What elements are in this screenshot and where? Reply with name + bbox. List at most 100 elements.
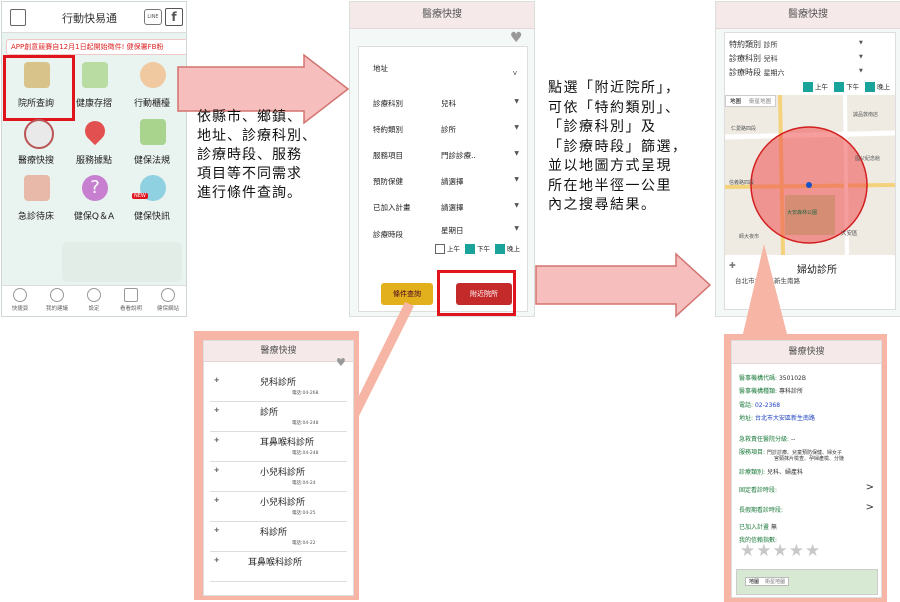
clinic-icon: ✚ <box>214 407 220 414</box>
tile-qa[interactable]: ? 健保Q＆A <box>66 169 122 225</box>
tile-service-points[interactable]: 服務據點 <box>66 113 122 169</box>
clinic-name: 小兒科診所 <box>260 468 306 478</box>
list-item[interactable]: ✚ 小兒科診所電話:04-25 <box>210 493 347 522</box>
tile-label: 健保法規 <box>133 156 170 166</box>
clock-24-icon <box>140 62 166 88</box>
nearby-highlight <box>437 270 516 316</box>
list-item[interactable]: ✚ 診所 電話:04-248 <box>210 403 347 432</box>
home-screen: 行動快易通 LINE f APP創意競賽自12月1日起開始徵件! 健保署FB粉 … <box>1 1 187 317</box>
morning-checkbox[interactable]: 上午 <box>435 243 460 254</box>
list-item[interactable]: ✚ 耳鼻喉科診所 <box>210 553 347 582</box>
chevron-right-icon: > <box>865 502 874 513</box>
filter-dept[interactable]: 診療科別 兒科 <box>729 53 778 64</box>
field-value: 專科診所 <box>778 388 803 395</box>
tile-health-passbook[interactable]: 健康存摺 <box>66 56 122 112</box>
address-row[interactable]: 地址: 台北市大安區新生南路 <box>739 413 815 422</box>
tab-home[interactable]: 快捷頁 <box>2 288 38 312</box>
gear-icon <box>87 288 101 302</box>
field-value: -- <box>790 436 796 443</box>
map-label: 信義路四段 <box>729 180 755 186</box>
facebook-icon[interactable]: f <box>165 8 183 26</box>
checkbox-label: 晚上 <box>877 83 891 91</box>
field-value: 無 <box>770 524 777 531</box>
filter-type[interactable]: 特約類別 診所 <box>729 39 778 50</box>
field-label: 診療類別: <box>739 469 766 476</box>
clinic-phone: 電話:04-268 <box>292 391 319 396</box>
map-label: 誠品敦南店 <box>853 112 879 118</box>
flow-arrow-right <box>535 252 712 318</box>
mini-map[interactable]: 地圖 衛星地圖 <box>736 569 878 595</box>
screen-title: 醫療快搜 <box>732 341 881 364</box>
tile-news[interactable]: NEW 健保快訊 <box>124 169 180 225</box>
clinic-icon: ✚ <box>214 437 220 444</box>
dropdown-icon[interactable]: ▼ <box>859 54 863 60</box>
holiday-hours-row[interactable]: 長假期看診時段: > <box>739 502 874 514</box>
desc-line: 並以地圖方式呈現 <box>548 158 672 174</box>
evening-checkbox[interactable]: 晚上 <box>865 82 891 92</box>
clinic-name: 小兒科診所 <box>260 498 306 508</box>
field-value: 兒科 <box>441 99 456 108</box>
filter-label: 診療科別 <box>729 54 761 63</box>
phone-link[interactable]: 02-2368 <box>755 402 780 409</box>
map-view[interactable]: 地圖 衛星地圖 誠品敦南店 仁愛路四段 信義路四段 大安森林公園 大安區 國父紀念… <box>725 95 895 255</box>
dept-row: 診療類別: 兒科、婦產科 <box>739 467 803 476</box>
tile-mobile-counter[interactable]: 行動櫃檯 <box>124 56 180 112</box>
clinic-phone: 電話:04-248 <box>292 451 319 456</box>
filter-hours[interactable]: 診療時段 星期六 <box>729 67 785 78</box>
address-label: 地址 <box>373 64 388 73</box>
stethoscope-illustration <box>62 242 182 282</box>
tab-suggestion[interactable]: 我的建議 <box>39 288 75 312</box>
tile-label: 急診待床 <box>17 212 54 222</box>
heart-icon[interactable]: ♥ <box>510 30 523 46</box>
list-item[interactable]: ✚ 科診所 電話:04-22 <box>210 523 347 552</box>
callout-wedge <box>742 244 788 338</box>
fixed-hours-row[interactable]: 固定看診時段: > <box>739 482 874 494</box>
heart-icon[interactable]: ♥ <box>336 356 346 369</box>
tile-er-beds[interactable]: 急診待床 <box>8 169 64 225</box>
morning-checkbox[interactable]: 上午 <box>803 82 828 92</box>
rating-stars[interactable]: ★★★★★ <box>740 541 821 561</box>
document-icon[interactable] <box>10 9 26 26</box>
tab-settings[interactable]: 設定 <box>76 288 112 312</box>
desc-line: 項目等不同需求 <box>197 166 302 182</box>
phone-row[interactable]: 電話: 02-2368 <box>739 400 780 409</box>
field-value: 診所 <box>441 125 456 134</box>
map-label: 仁愛路四段 <box>731 126 757 132</box>
map-tab[interactable]: 地圖 <box>746 579 762 585</box>
clinic-icon: ✚ <box>214 497 220 504</box>
address-dropdown[interactable]: v <box>513 69 517 77</box>
afternoon-checkbox[interactable]: 下午 <box>465 243 490 254</box>
dropdown-icon[interactable]: ▼ <box>859 40 863 46</box>
tile-label: 健保快訊 <box>133 212 170 222</box>
dropdown-icon: ▼ <box>514 176 519 183</box>
tile-medical-search[interactable]: 醫療快搜 <box>8 113 64 169</box>
field-value: 請選擇 <box>441 203 464 212</box>
list-item[interactable]: ✚ 兒科診所 電話:04-268 <box>210 373 347 402</box>
address-link[interactable]: 台北市大安區新生南路 <box>755 415 815 422</box>
clinic-phone: 電話:04-25 <box>292 511 316 516</box>
description-step1: 依縣市、鄉鎮、 地址、診療科別、 診療時段、服務 項目等不同需求 進行條件查詢。 <box>197 108 317 203</box>
announcement-banner[interactable]: APP創意競賽自12月1日起開始徵件! 健保署FB粉 <box>6 39 186 55</box>
checkbox-box <box>435 244 445 254</box>
afternoon-checkbox[interactable]: 下午 <box>834 82 859 92</box>
clinic-name: 耳鼻喉科診所 <box>260 438 315 448</box>
code-row: 醫事機構代碼: 350102B <box>739 373 806 382</box>
satellite-tab[interactable]: 衛星地圖 <box>745 96 775 106</box>
line-icon[interactable]: LINE <box>144 9 162 25</box>
tab-website[interactable]: 健保網站 <box>150 288 186 312</box>
list-item[interactable]: ✚ 小兒科診所 電話:04-24 <box>210 463 347 492</box>
evening-checkbox[interactable]: 晚上 <box>495 243 520 254</box>
home-header: 行動快易通 LINE f <box>2 2 186 33</box>
checkbox-box <box>803 82 813 92</box>
tile-regulations[interactable]: 健保法規 <box>124 113 180 169</box>
dropdown-icon[interactable]: ▼ <box>859 68 863 74</box>
list-item[interactable]: ✚ 耳鼻喉科診所電話:04-248 <box>210 433 347 462</box>
map-tab[interactable]: 地圖 <box>726 96 745 106</box>
highlight-box <box>3 55 75 121</box>
clinic-icon: ✚ <box>214 527 220 534</box>
magnifier-icon <box>24 119 54 149</box>
tab-help[interactable]: 看看說明 <box>113 288 149 312</box>
satellite-tab[interactable]: 衛星地圖 <box>762 579 788 585</box>
clinic-name: 耳鼻喉科診所 <box>248 558 303 568</box>
clinic-detail-screen: 醫療快搜 醫事機構代碼: 350102B 醫事機構種類: 專科診所 電話: 02… <box>731 340 882 598</box>
